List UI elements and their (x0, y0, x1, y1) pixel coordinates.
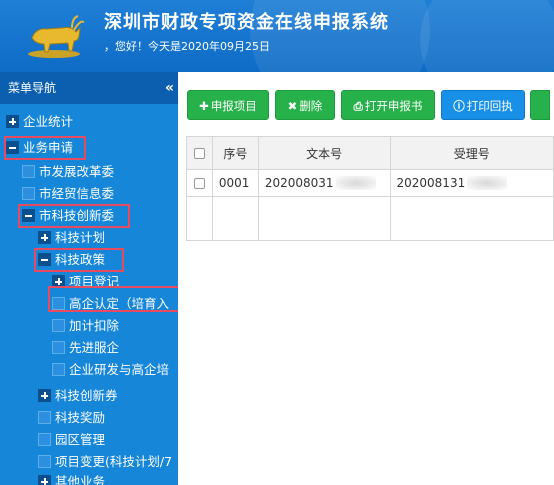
sidebar-nav: 菜单导航 « 企业统计 业务申请 市发展改革委 市经贸信息委 市科技创新委 科技… (0, 72, 178, 485)
nav-item-label: 企业研发与高企培 (69, 362, 170, 377)
highlight-box (48, 286, 178, 312)
highlight-box (4, 136, 86, 160)
nav-item-label: 市经贸信息委 (39, 186, 115, 201)
nav-item-label: 市发展改革委 (39, 164, 115, 179)
row-accept-no: 202008131 (396, 175, 466, 190)
page-icon (22, 187, 35, 200)
empty-cell (257, 196, 391, 241)
info-circle-icon: ⓘ (453, 99, 465, 113)
row-index: 0001 (211, 169, 259, 197)
column-header-text-no: 文本号 (257, 136, 391, 170)
row-text-no-cell: 202008031 (257, 169, 391, 197)
application-table: 序号 文本号 受理号 0001 202008031 202008131 (186, 136, 554, 241)
greeting-text: ，您好！今天是2020年09月25日 (104, 40, 270, 53)
nav-item-label: 科技奖励 (55, 410, 106, 425)
header-decoration (420, 0, 554, 72)
print-icon: ⎙ (353, 99, 363, 113)
page-icon (38, 455, 51, 468)
empty-cell (389, 196, 554, 241)
redaction-blur (335, 176, 376, 191)
table-header-row: 序号 文本号 受理号 (186, 136, 554, 170)
select-all-checkbox[interactable] (193, 148, 205, 159)
nav-item-label: 园区管理 (55, 432, 106, 447)
collapse-sidebar-icon[interactable]: « (165, 72, 174, 104)
nav-item-label: 科技创新券 (55, 388, 118, 403)
add-application-button[interactable]: ✚ 申报项目 (187, 90, 269, 120)
table-empty-row (186, 196, 554, 241)
page-icon (52, 319, 65, 332)
column-header-accept-no: 受理号 (389, 136, 554, 170)
expand-icon (6, 115, 19, 128)
expand-icon (38, 389, 51, 402)
row-accept-no-cell: 202008131 (389, 169, 554, 197)
nav-item-label: 科技计划 (55, 230, 106, 245)
close-icon: ✖ (287, 99, 298, 113)
row-select-cell[interactable] (186, 169, 213, 197)
nav-item-label: 其他业务 (55, 474, 106, 485)
row-checkbox[interactable] (193, 178, 205, 189)
column-header-index: 序号 (211, 136, 259, 170)
sidebar-title: 菜单导航 (8, 81, 57, 95)
sidebar-header: 菜单导航 « (0, 72, 178, 104)
plus-icon: ✚ (199, 99, 209, 113)
more-button[interactable] (530, 90, 550, 120)
nav-item-label: 项目变更(科技计划/7 (55, 454, 173, 469)
nav-item-label: 企业统计 (23, 114, 74, 129)
empty-cell (211, 196, 259, 241)
empty-cell (186, 196, 213, 241)
app-header: 深圳市财政专项资金在线申报系统 ，您好！今天是2020年09月25日 (0, 0, 554, 72)
expand-icon (38, 231, 51, 244)
table-row[interactable]: 0001 202008031 202008131 (186, 169, 554, 197)
main-content: ✚ 申报项目 ✖ 删除 ⎙ 打开申报书 ⓘ 打印回执 序号 文本号 受理号 0001 2… (178, 72, 554, 485)
expand-icon (38, 475, 51, 485)
open-application-button[interactable]: ⎙ 打开申报书 (341, 90, 435, 120)
highlight-box (18, 204, 130, 228)
nav-item-label: 加计扣除 (69, 318, 120, 333)
page-icon (38, 433, 51, 446)
select-all-cell[interactable] (186, 136, 213, 170)
highlight-box (34, 248, 124, 272)
page-icon (22, 165, 35, 178)
print-receipt-button[interactable]: ⓘ 打印回执 (441, 90, 525, 120)
page-icon (52, 363, 65, 376)
page-icon (52, 341, 65, 354)
row-text-no: 202008031 (264, 175, 334, 190)
delete-button[interactable]: ✖ 删除 (275, 90, 335, 120)
bull-logo-icon (28, 15, 85, 58)
system-title: 深圳市财政专项资金在线申报系统 (104, 12, 389, 33)
redaction-blur (467, 176, 508, 191)
page-icon (38, 411, 51, 424)
nav-item-label: 先进服企 (69, 340, 120, 355)
